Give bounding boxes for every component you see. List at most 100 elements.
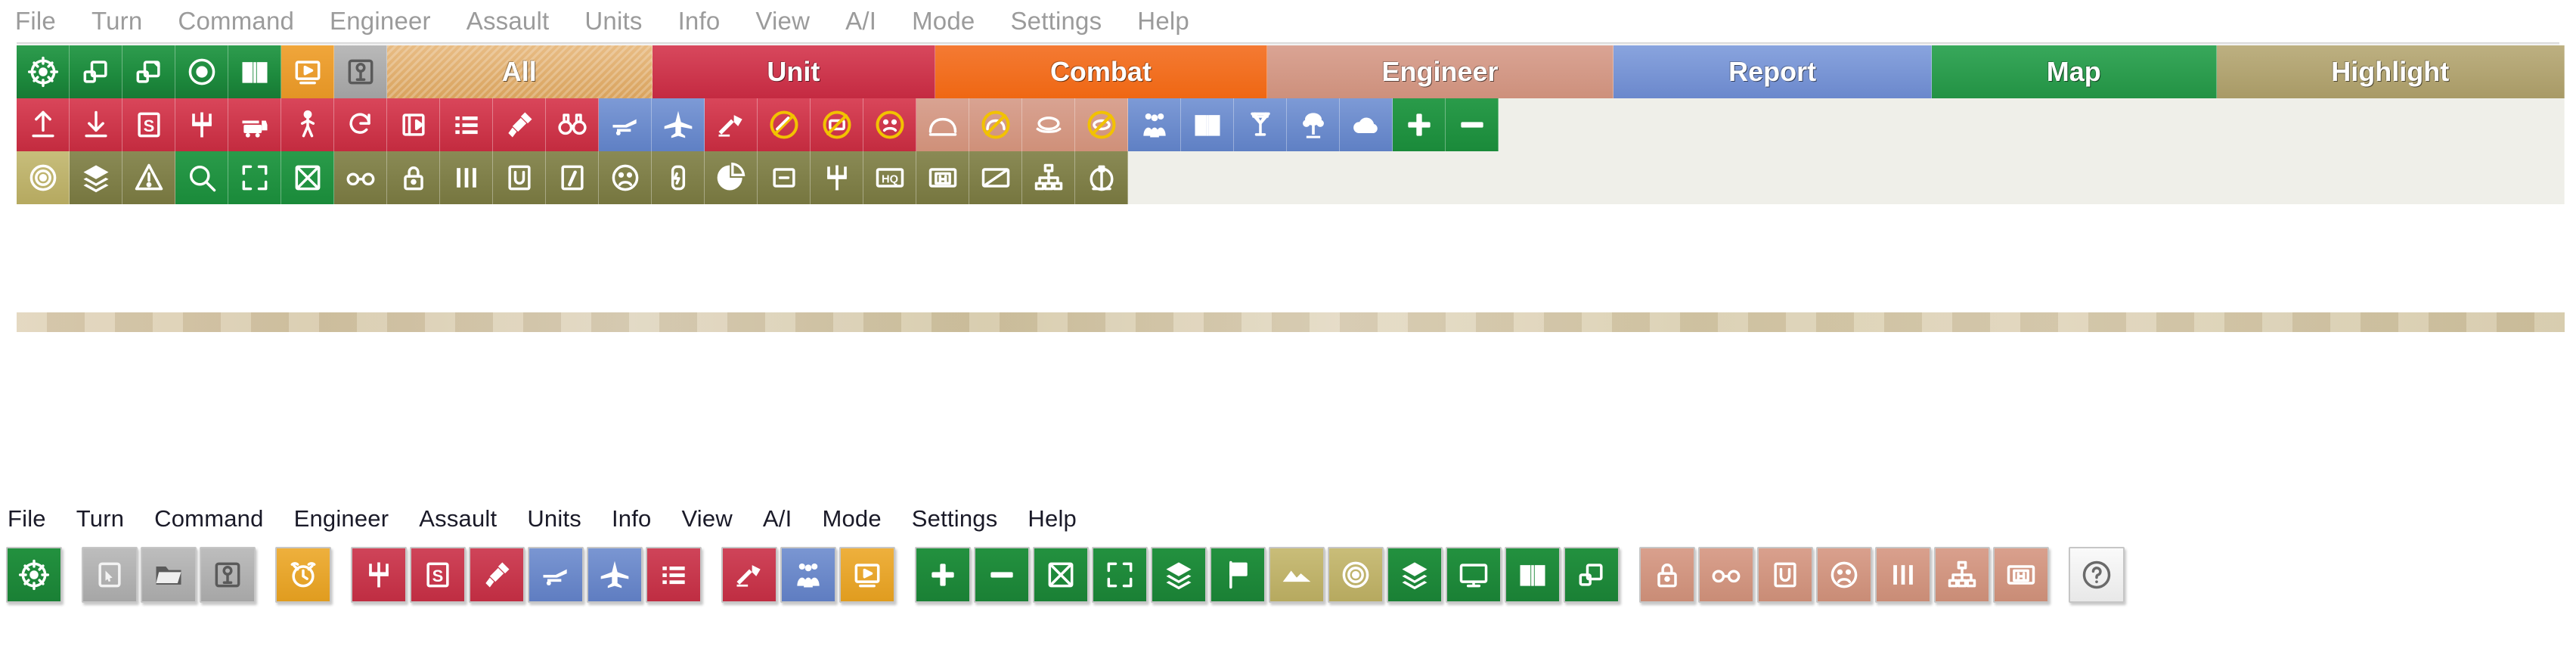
category-button-engineer[interactable]: Engineer — [1266, 45, 1614, 98]
aircraft-strike-icon[interactable] — [652, 98, 705, 151]
menu-bar-top[interactable]: File Turn Command Engineer Assault Units Info V… — [0, 0, 2576, 42]
layers-stack-icon[interactable] — [70, 151, 122, 204]
direct-fire-icon[interactable] — [721, 547, 777, 603]
play-screen-icon[interactable] — [281, 45, 334, 98]
flag-marker-icon[interactable] — [1210, 547, 1266, 603]
menu-bottom-view[interactable]: View — [681, 505, 732, 532]
category-button-highlight[interactable]: Highlight — [2216, 45, 2565, 98]
bridge-arch-icon[interactable] — [916, 98, 969, 151]
menu-top-units[interactable]: Units — [584, 7, 642, 36]
spectacles-view-icon[interactable] — [334, 151, 387, 204]
zoom-out-window-icon[interactable] — [1564, 547, 1620, 603]
category-button-report[interactable]: Report — [1613, 45, 1932, 98]
open-book-map-icon[interactable] — [228, 45, 281, 98]
telephone-comms-icon[interactable] — [1287, 98, 1340, 151]
pontoon-icon[interactable] — [1022, 98, 1075, 151]
lock-icon[interactable] — [1639, 547, 1695, 603]
layers-stack-icon[interactable] — [1387, 547, 1443, 603]
unit-u-icon[interactable] — [493, 151, 546, 204]
org-chart-icon[interactable] — [1934, 547, 1990, 603]
menu-bottom-settings[interactable]: Settings — [912, 505, 998, 532]
menu-bar-bottom[interactable]: File Turn Command Engineer Assault Units Info V… — [0, 499, 2576, 539]
menu-bottom-file[interactable]: File — [8, 505, 46, 532]
eye-visibility-icon[interactable] — [175, 45, 228, 98]
list-lines-icon[interactable] — [646, 547, 702, 603]
menu-top-info[interactable]: Info — [678, 7, 721, 36]
pie-chart-icon[interactable] — [705, 151, 758, 204]
warning-alert-icon[interactable] — [122, 151, 175, 204]
crosshair-target-icon[interactable] — [6, 547, 62, 603]
report-book-icon[interactable] — [1181, 98, 1234, 151]
category-button-combat[interactable]: Combat — [935, 45, 1267, 98]
no-pontoon-icon[interactable] — [1075, 98, 1128, 151]
menu-top-view[interactable]: View — [755, 7, 810, 36]
zoom-in-plus-icon[interactable] — [915, 547, 971, 603]
menu-bottom-units[interactable]: Units — [527, 505, 581, 532]
play-screen-icon[interactable] — [839, 547, 895, 603]
m-marker-icon[interactable] — [1993, 547, 2049, 603]
open-book-map-icon[interactable] — [1505, 547, 1561, 603]
menu-top-assault[interactable]: Assault — [467, 7, 550, 36]
new-file-icon[interactable] — [82, 547, 138, 603]
save-disk-icon[interactable] — [334, 45, 387, 98]
people-strength-icon[interactable] — [780, 547, 836, 603]
crosshair-target-icon[interactable] — [17, 45, 70, 98]
fit-screen-icon[interactable] — [228, 151, 281, 204]
help-question-icon[interactable] — [2069, 547, 2125, 603]
menu-top-settings[interactable]: Settings — [1010, 7, 1102, 36]
menu-bottom-ai[interactable]: A/I — [763, 505, 792, 532]
menu-bottom-command[interactable]: Command — [154, 505, 263, 532]
save-disk-icon[interactable] — [200, 547, 256, 603]
arrow-down-withdraw-icon[interactable] — [70, 98, 122, 151]
supply-s-icon[interactable]: S — [122, 98, 175, 151]
aircraft-strike-icon[interactable] — [587, 547, 643, 603]
menu-top-ai[interactable]: A/I — [845, 7, 876, 36]
spectacles-view-icon[interactable] — [1698, 547, 1754, 603]
hq-marker-icon[interactable]: HQ — [863, 151, 916, 204]
zoom-in-plus-icon[interactable] — [1393, 98, 1446, 151]
artillery-gun-icon[interactable] — [528, 547, 584, 603]
bridge-tower-icon[interactable] — [1075, 151, 1128, 204]
menu-bottom-engineer[interactable]: Engineer — [294, 505, 389, 532]
terrain-hill-icon[interactable] — [1269, 547, 1325, 603]
no-bridge-icon[interactable] — [969, 98, 1022, 151]
menu-bottom-turn[interactable]: Turn — [76, 505, 124, 532]
zoom-out-minus-icon[interactable] — [974, 547, 1030, 603]
fuel-gauge-icon[interactable] — [652, 151, 705, 204]
menu-bottom-mode[interactable]: Mode — [822, 505, 881, 532]
layers-stack-icon[interactable] — [1151, 547, 1207, 603]
rotate-reverse-icon[interactable] — [334, 98, 387, 151]
list-lines-icon[interactable] — [440, 98, 493, 151]
objective-target-icon[interactable] — [1328, 547, 1384, 603]
victory-medal-icon[interactable] — [1234, 98, 1287, 151]
zoom-in-window-icon[interactable] — [122, 45, 175, 98]
minimize-box-icon[interactable] — [758, 151, 811, 204]
menu-bottom-info[interactable]: Info — [612, 505, 652, 532]
trident-highlight-icon[interactable] — [811, 151, 863, 204]
category-button-unit[interactable]: Unit — [652, 45, 936, 98]
alarm-clock-icon[interactable] — [275, 547, 331, 603]
lock-icon[interactable] — [387, 151, 440, 204]
morale-face-icon[interactable] — [1816, 547, 1872, 603]
menu-top-turn[interactable]: Turn — [91, 7, 142, 36]
open-folder-icon[interactable] — [141, 547, 197, 603]
disrupted-face-icon[interactable] — [863, 98, 916, 151]
weather-cloud-icon[interactable] — [1340, 98, 1393, 151]
hex-grid-icon[interactable] — [281, 151, 334, 204]
menu-bottom-help[interactable]: Help — [1028, 505, 1077, 532]
menu-top-mode[interactable]: Mode — [912, 7, 975, 36]
binoculars-spot-icon[interactable] — [546, 98, 599, 151]
arrow-up-deploy-icon[interactable] — [17, 98, 70, 151]
hex-grid-icon[interactable] — [1033, 547, 1089, 603]
menu-top-command[interactable]: Command — [178, 7, 294, 36]
menu-top-engineer[interactable]: Engineer — [330, 7, 431, 36]
category-button-map[interactable]: Map — [1931, 45, 2217, 98]
zoom-out-minus-icon[interactable] — [1446, 98, 1499, 151]
entrench-shovel-icon[interactable] — [469, 547, 525, 603]
unit-u-icon[interactable] — [1757, 547, 1813, 603]
supply-s-icon[interactable]: S — [410, 547, 466, 603]
category-button-all[interactable]: All — [387, 45, 653, 98]
entrench-shovel-icon[interactable] — [493, 98, 546, 151]
menu-top-file[interactable]: File — [15, 7, 56, 36]
no-fire-icon[interactable] — [758, 98, 811, 151]
